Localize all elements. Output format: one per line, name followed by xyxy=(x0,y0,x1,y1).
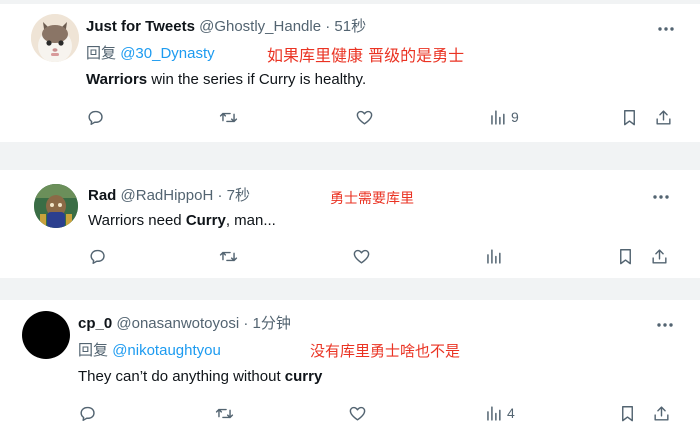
handle[interactable]: @RadHippoH xyxy=(121,187,214,204)
timestamp[interactable]: 1分钟 xyxy=(253,315,291,332)
views-count: 9 xyxy=(511,109,519,125)
reply-context: 回复 @nikotaughtyou xyxy=(78,341,221,361)
character-avatar-image xyxy=(34,184,78,228)
separator-dot: · xyxy=(321,18,335,35)
reply-label: 回复 xyxy=(78,342,109,359)
tweet-separator xyxy=(0,142,700,170)
annotation-text: 没有库里勇士啥也不是 xyxy=(310,342,461,360)
like-button[interactable] xyxy=(355,107,374,127)
separator-dot: · xyxy=(239,315,253,332)
tweet-text: Warriors win the series if Curry is heal… xyxy=(86,70,366,90)
share-upload-icon xyxy=(654,405,669,421)
tweet-text-part: , man... xyxy=(225,212,276,229)
handle[interactable]: @Ghostly_Handle xyxy=(199,18,321,35)
display-name[interactable]: Rad xyxy=(88,187,116,204)
share-button[interactable] xyxy=(652,403,671,423)
views-button[interactable] xyxy=(484,246,507,266)
more-horizontal-icon[interactable] xyxy=(657,21,675,37)
bookmark-icon xyxy=(620,248,631,264)
reply-mention-link[interactable]: @30_Dynasty xyxy=(120,45,214,62)
avatar[interactable] xyxy=(34,184,78,228)
views-button[interactable]: 9 xyxy=(488,107,519,127)
retweet-button[interactable] xyxy=(219,107,238,127)
bookmark-button[interactable] xyxy=(620,107,639,127)
heart-icon xyxy=(349,406,366,421)
heart-icon xyxy=(353,249,370,264)
views-count: 4 xyxy=(507,405,515,421)
tweet-text-part: Warriors need xyxy=(88,212,186,229)
tweet-text-part: They can’t do anything without xyxy=(78,368,285,385)
views-bar-chart-icon xyxy=(491,109,505,125)
views-bar-chart-icon xyxy=(487,248,501,264)
like-button[interactable] xyxy=(352,246,371,266)
tweet-header: Just for Tweets @Ghostly_Handle · 51秒 xyxy=(86,17,366,37)
reply-mention-link[interactable]: @nikotaughtyou xyxy=(112,342,221,359)
views-button[interactable]: 4 xyxy=(484,403,515,423)
retweet-icon xyxy=(219,112,238,122)
views-bar-chart-icon xyxy=(487,405,501,421)
display-name[interactable]: cp_0 xyxy=(78,315,112,332)
reply-button[interactable] xyxy=(88,246,107,266)
tweet-card[interactable]: cp_0 @onasanwotoyosi · 1分钟 回复 @nikotaugh… xyxy=(14,300,690,446)
more-horizontal-icon[interactable] xyxy=(656,317,674,333)
annotation-text: 如果库里健康 晋级的是勇士 xyxy=(267,46,465,65)
display-name[interactable]: Just for Tweets xyxy=(86,18,195,35)
cat-avatar-image xyxy=(31,14,79,62)
tweet-text-bold: curry xyxy=(284,368,323,385)
like-button[interactable] xyxy=(348,403,367,423)
bookmark-button[interactable] xyxy=(618,403,637,423)
more-horizontal-icon[interactable] xyxy=(652,189,670,205)
reply-label: 回复 xyxy=(86,45,117,62)
retweet-icon xyxy=(219,251,238,261)
share-button[interactable] xyxy=(654,107,673,127)
reply-button[interactable] xyxy=(78,403,97,423)
tweet-separator xyxy=(0,278,700,300)
separator-dot: · xyxy=(213,187,227,204)
tweet-header: cp_0 @onasanwotoyosi · 1分钟 xyxy=(78,314,291,334)
bookmark-icon xyxy=(622,405,633,421)
tweet-card[interactable]: Rad @RadHippoH · 7秒 勇士需要库里 Warriors need… xyxy=(14,170,690,278)
tweet-text-bold: Warriors xyxy=(86,71,148,88)
tweet-text-bold: Curry xyxy=(185,212,226,229)
timestamp[interactable]: 51秒 xyxy=(334,18,366,35)
share-upload-icon xyxy=(652,248,667,264)
tweet-header: Rad @RadHippoH · 7秒 xyxy=(88,186,250,206)
reply-bubble-icon xyxy=(88,110,103,125)
handle[interactable]: @onasanwotoyosi xyxy=(116,315,239,332)
avatar[interactable] xyxy=(22,311,70,359)
retweet-icon xyxy=(215,408,234,418)
timestamp[interactable]: 7秒 xyxy=(227,187,250,204)
retweet-button[interactable] xyxy=(219,246,238,266)
reply-bubble-icon xyxy=(80,406,95,421)
heart-icon xyxy=(356,110,373,125)
tweet-text: Warriors need Curry, man... xyxy=(88,211,276,231)
retweet-button[interactable] xyxy=(215,403,234,423)
annotation-text: 勇士需要库里 xyxy=(330,191,414,207)
reply-button[interactable] xyxy=(86,107,105,127)
bookmark-icon xyxy=(624,109,635,125)
reply-context: 回复 @30_Dynasty xyxy=(86,44,215,64)
reply-bubble-icon xyxy=(90,249,105,264)
tweet-text: They can’t do anything without curry xyxy=(78,367,322,387)
tweet-card[interactable]: Just for Tweets @Ghostly_Handle · 51秒 回复… xyxy=(14,4,690,142)
share-button[interactable] xyxy=(650,246,669,266)
tweet-text-part: win the series if Curry is healthy. xyxy=(147,71,367,88)
share-upload-icon xyxy=(656,109,671,125)
avatar[interactable] xyxy=(31,14,79,62)
bookmark-button[interactable] xyxy=(616,246,635,266)
